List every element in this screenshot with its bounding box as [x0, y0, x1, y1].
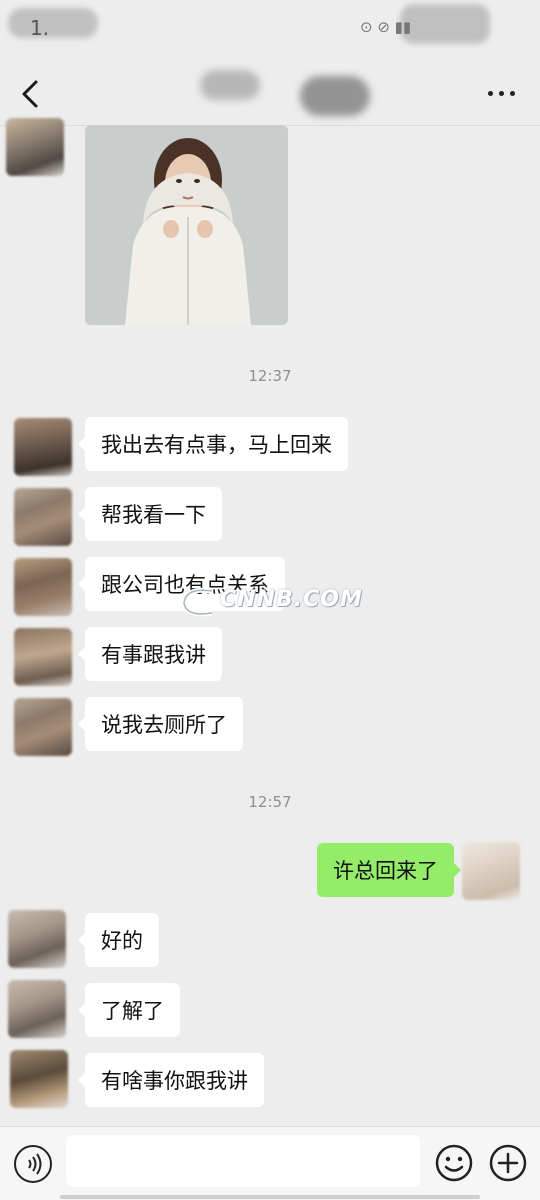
- emoji-icon: [435, 1144, 473, 1182]
- message-bubble[interactable]: 帮我看一下: [78, 487, 222, 541]
- photo-woman-white-coat: [85, 125, 288, 325]
- message-bubble[interactable]: 了解了: [78, 983, 180, 1037]
- input-bar: [0, 1126, 540, 1200]
- status-blur: [8, 8, 98, 38]
- message-bubble[interactable]: 有啥事你跟我讲: [78, 1053, 264, 1107]
- plus-button[interactable]: [488, 1143, 528, 1183]
- more-dots-icon: [488, 91, 493, 96]
- emoji-button[interactable]: [434, 1143, 474, 1183]
- watermark-logo-icon: [181, 587, 213, 617]
- more-dots-icon: [499, 91, 504, 96]
- message-bubble[interactable]: 说我去厕所了: [78, 697, 243, 751]
- status-icons: ⊙ ⊘ ▮▮: [360, 18, 412, 36]
- avatar[interactable]: [14, 418, 72, 476]
- more-dots-icon: [510, 91, 515, 96]
- self-message-bubble[interactable]: 许总回来了: [317, 843, 461, 897]
- message-bubble[interactable]: 我出去有点事，马上回来: [78, 417, 348, 471]
- back-button[interactable]: [10, 74, 50, 114]
- chevron-left-icon: [22, 80, 38, 108]
- watermark: CNNB.COM: [178, 585, 368, 619]
- avatar[interactable]: [14, 628, 72, 686]
- plus-icon: [489, 1144, 527, 1182]
- message-bubble[interactable]: 好的: [78, 913, 159, 967]
- status-time: 1.: [30, 16, 50, 40]
- message-input[interactable]: [66, 1135, 420, 1187]
- avatar[interactable]: [14, 488, 72, 546]
- status-bar: 1. ⊙ ⊘ ▮▮: [0, 0, 540, 60]
- more-button[interactable]: [484, 78, 520, 108]
- avatar[interactable]: [8, 980, 66, 1038]
- timestamp: 12:57: [248, 793, 292, 811]
- voice-button[interactable]: [14, 1145, 52, 1183]
- self-avatar[interactable]: [462, 842, 520, 900]
- avatar[interactable]: [14, 558, 72, 616]
- avatar[interactable]: [10, 1050, 68, 1108]
- home-indicator: [60, 1195, 480, 1199]
- watermark-text: CNNB.COM: [220, 587, 363, 612]
- avatar[interactable]: [14, 698, 72, 756]
- chat-title: [190, 64, 380, 116]
- status-blur: [400, 4, 490, 44]
- avatar[interactable]: [6, 118, 64, 176]
- image-message[interactable]: [85, 125, 288, 325]
- avatar[interactable]: [8, 910, 66, 968]
- message-bubble[interactable]: 有事跟我讲: [78, 627, 222, 681]
- voice-icon: [28, 1153, 42, 1175]
- timestamp: 12:37: [248, 367, 292, 385]
- nav-bar: [0, 60, 540, 126]
